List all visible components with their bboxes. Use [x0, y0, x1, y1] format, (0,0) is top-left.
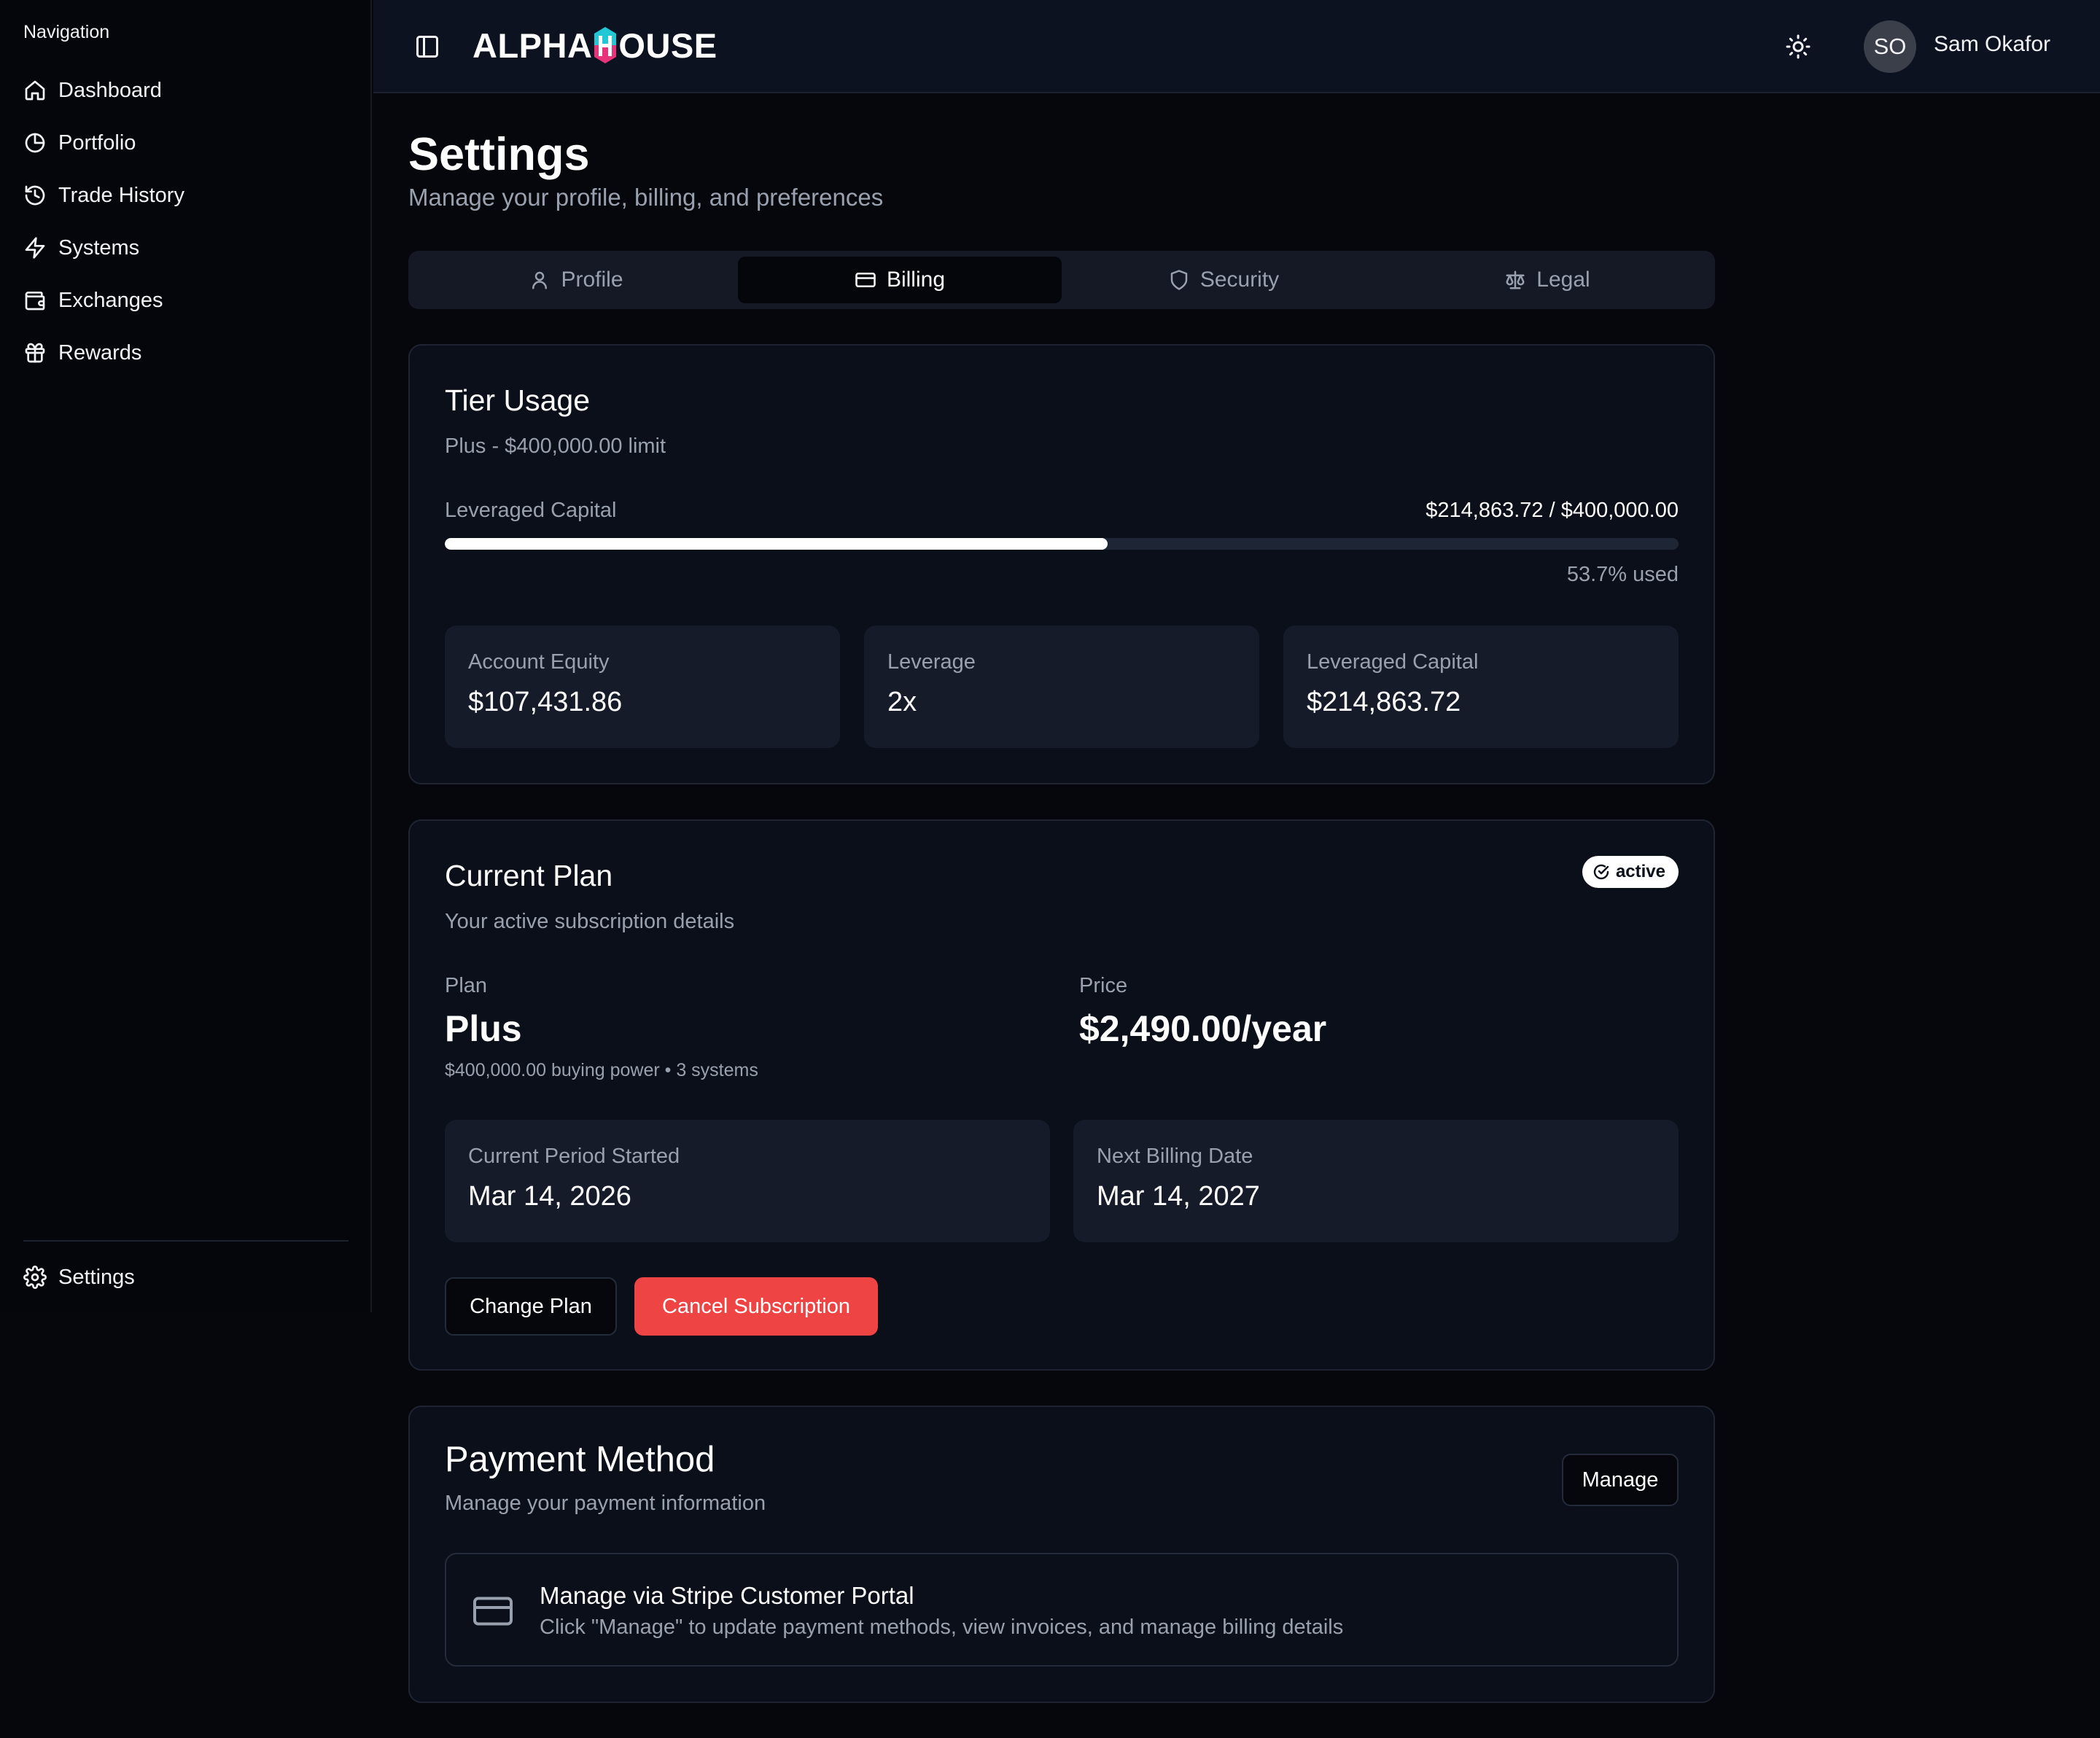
sidebar-toggle-icon[interactable]: [414, 34, 440, 60]
stat-label: Account Equity: [468, 650, 610, 674]
settings-tabs: Profile Billing Security Legal: [408, 251, 1715, 309]
logo-text-left: ALPHA: [472, 26, 593, 65]
manage-button[interactable]: Manage: [1562, 1454, 1679, 1506]
stat-account-equity: Account Equity $107,431.86: [445, 626, 840, 748]
check-circle-icon: [1593, 864, 1609, 880]
nav-settings: Settings: [23, 1251, 349, 1304]
gear-icon: [23, 1266, 47, 1289]
usage-progress-fill: [445, 538, 1108, 550]
plan-value: Plus: [445, 1008, 522, 1049]
payment-method-card: Payment Method Manage your payment infor…: [408, 1406, 1715, 1703]
page-title: Settings: [408, 129, 590, 180]
sidebar-item-systems[interactable]: Systems: [23, 222, 349, 274]
card-title: Current Plan: [445, 859, 613, 892]
usage-percent: 53.7% used: [1566, 563, 1679, 586]
next-billing-label: Next Billing Date: [1097, 1145, 1253, 1168]
sidebar-item-settings[interactable]: Settings: [23, 1251, 349, 1304]
nav-list: Dashboard Portfolio Trade History System…: [23, 64, 349, 379]
tab-security[interactable]: Security: [1062, 257, 1385, 303]
wallet-icon: [25, 292, 45, 311]
period-started-box: Current Period Started Mar 14, 2026: [445, 1120, 1050, 1242]
sidebar-divider: [23, 1240, 349, 1242]
sidebar-item-label: Settings: [58, 1265, 135, 1289]
sidebar-item-label: Rewards: [58, 340, 142, 365]
tab-label: Security: [1199, 268, 1280, 292]
plan-note: $400,000.00 buying power • 3 systems: [445, 1060, 758, 1080]
nav-heading: Navigation: [23, 22, 110, 42]
sidebar-item-rewards[interactable]: Rewards: [23, 327, 349, 379]
stat-label: Leverage: [887, 650, 976, 674]
sidebar-item-label: Dashboard: [58, 78, 162, 102]
portal-title: Manage via Stripe Customer Portal: [540, 1582, 914, 1609]
user-name[interactable]: Sam Okafor: [1934, 32, 2050, 57]
card-description: Your active subscription details: [445, 910, 735, 933]
sidebar-item-label: Trade History: [58, 183, 184, 207]
usage-progress-bar: [445, 538, 1679, 550]
tab-legal[interactable]: Legal: [1385, 257, 1709, 303]
logo-text-right: OUSE: [618, 26, 718, 65]
current-plan-card: Current Plan Your active subscription de…: [408, 819, 1715, 1371]
stat-leverage: Leverage 2x: [864, 626, 1259, 748]
credit-card-icon: [855, 273, 876, 287]
next-billing-box: Next Billing Date Mar 14, 2027: [1073, 1120, 1679, 1242]
tab-label: Billing: [886, 268, 946, 292]
sidebar-item-portfolio[interactable]: Portfolio: [23, 117, 349, 169]
tab-label: Profile: [561, 268, 623, 292]
stat-value: $214,863.72: [1307, 687, 1461, 717]
page-subtitle: Manage your profile, billing, and prefer…: [408, 184, 884, 211]
logo-hex-icon: [594, 27, 617, 63]
avatar[interactable]: SO: [1864, 20, 1916, 73]
top-bar: ALPHA OUSE SO Sam Okafor: [373, 0, 2100, 93]
sidebar-item-label: Systems: [58, 235, 140, 260]
card-title: Tier Usage: [445, 383, 590, 417]
stat-leveraged-capital: Leveraged Capital $214,863.72: [1283, 626, 1679, 748]
sidebar-item-dashboard[interactable]: Dashboard: [23, 64, 349, 117]
lightning-icon: [25, 237, 45, 259]
card-description: Manage your payment information: [445, 1492, 766, 1515]
status-badge: active: [1582, 856, 1679, 888]
tab-label: Legal: [1536, 268, 1590, 292]
sidebar-item-label: Exchanges: [58, 288, 163, 312]
scale-icon: [1506, 270, 1525, 289]
tab-profile[interactable]: Profile: [414, 257, 738, 303]
sidebar-item-label: Portfolio: [58, 130, 136, 155]
tab-billing[interactable]: Billing: [738, 257, 1062, 303]
badge-label: active: [1615, 862, 1665, 881]
cancel-subscription-button[interactable]: Cancel Subscription: [634, 1277, 878, 1336]
price-value: $2,490.00/year: [1079, 1008, 1327, 1049]
stripe-portal-box: Manage via Stripe Customer Portal Click …: [445, 1553, 1679, 1667]
price-label: Price: [1079, 974, 1128, 997]
stat-label: Leveraged Capital: [1307, 650, 1479, 674]
pie-chart-icon: [25, 133, 45, 153]
period-started-value: Mar 14, 2026: [468, 1181, 631, 1212]
plan-label: Plan: [445, 974, 488, 997]
sun-icon[interactable]: [1785, 34, 1811, 60]
card-title: Payment Method: [445, 1440, 715, 1479]
card-description: Plus - $400,000.00 limit: [445, 434, 666, 458]
shield-icon: [1170, 270, 1188, 290]
stat-value: $107,431.86: [468, 687, 623, 717]
next-billing-value: Mar 14, 2027: [1097, 1181, 1260, 1212]
home-icon: [25, 80, 45, 101]
credit-card-icon: [473, 1597, 513, 1626]
sidebar-item-exchanges[interactable]: Exchanges: [23, 274, 349, 327]
gift-icon: [25, 343, 45, 363]
tier-usage-card: Tier Usage Plus - $400,000.00 limit Leve…: [408, 344, 1715, 784]
period-started-label: Current Period Started: [468, 1145, 680, 1168]
sidebar-item-trade-history[interactable]: Trade History: [23, 169, 349, 222]
usage-amount: $214,863.72 / $400,000.00: [1426, 499, 1679, 522]
logo[interactable]: ALPHA OUSE: [472, 25, 718, 66]
user-icon: [532, 271, 548, 289]
change-plan-button[interactable]: Change Plan: [445, 1277, 617, 1336]
portal-description: Click "Manage" to update payment methods…: [540, 1616, 1344, 1639]
sidebar: Navigation Dashboard Portfolio Trade His…: [0, 0, 372, 1312]
stat-value: 2x: [887, 687, 917, 717]
usage-label: Leveraged Capital: [445, 499, 617, 522]
history-icon: [25, 185, 45, 206]
